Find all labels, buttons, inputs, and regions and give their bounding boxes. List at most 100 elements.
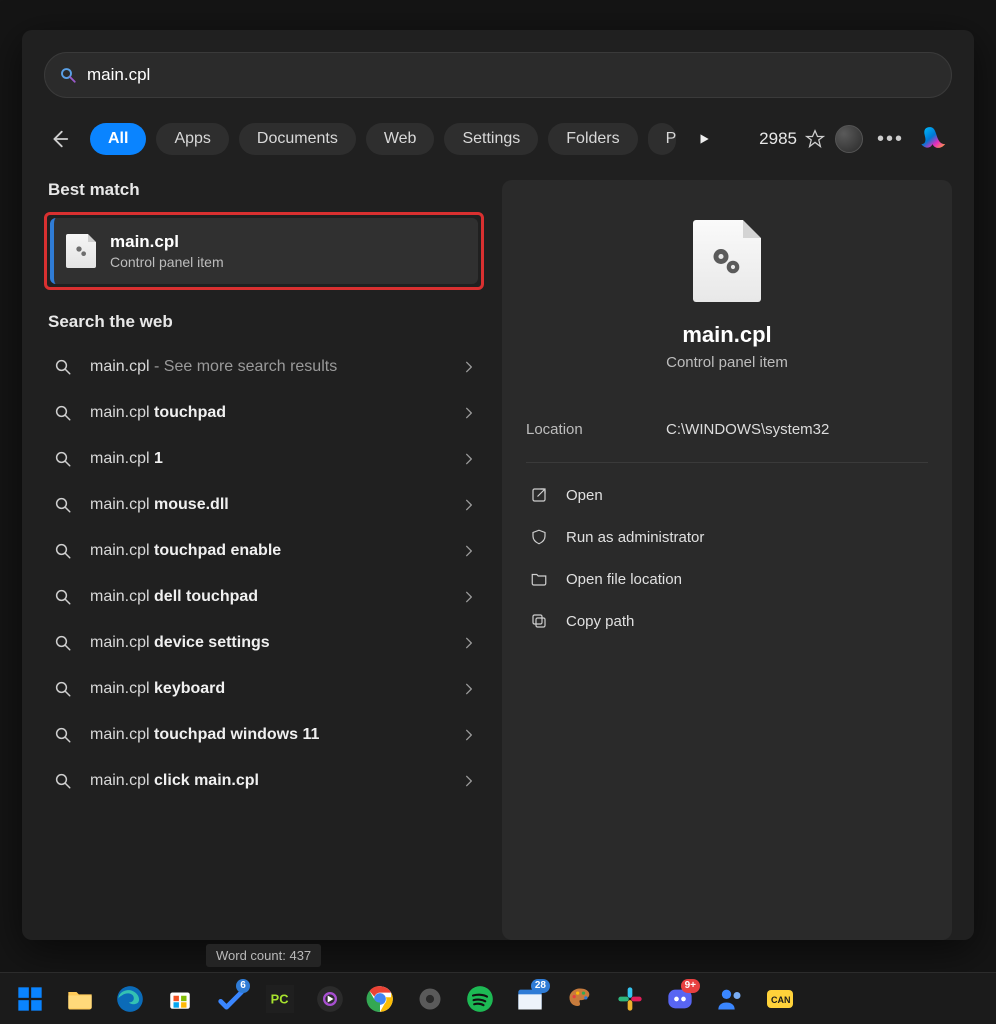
action-open-location[interactable]: Open file location bbox=[526, 559, 928, 599]
copilot-icon[interactable] bbox=[918, 122, 952, 156]
search-icon bbox=[52, 772, 74, 790]
search-icon bbox=[52, 496, 74, 514]
best-match-label: Best match bbox=[48, 180, 484, 200]
web-result-5[interactable]: main.cpl dell touchpad bbox=[44, 574, 484, 620]
start-button[interactable] bbox=[14, 983, 46, 1015]
web-result-text: main.cpl touchpad bbox=[90, 404, 462, 422]
rewards-value: 2985 bbox=[759, 129, 797, 149]
action-open-location-label: Open file location bbox=[566, 571, 682, 588]
taskbar-app-can[interactable]: CAN bbox=[764, 983, 796, 1015]
web-result-4[interactable]: main.cpl touchpad enable bbox=[44, 528, 484, 574]
taskbar-calendar[interactable]: 28 bbox=[514, 983, 546, 1015]
web-result-7[interactable]: main.cpl keyboard bbox=[44, 666, 484, 712]
taskbar-file-explorer[interactable] bbox=[64, 983, 96, 1015]
badge-todo: 6 bbox=[236, 979, 250, 993]
web-result-text: main.cpl dell touchpad bbox=[90, 588, 462, 606]
web-result-text: main.cpl click main.cpl bbox=[90, 772, 462, 790]
search-box[interactable] bbox=[44, 52, 952, 98]
search-icon bbox=[52, 726, 74, 744]
search-icon bbox=[52, 680, 74, 698]
web-result-0[interactable]: main.cpl - See more search results bbox=[44, 344, 484, 390]
search-icon bbox=[52, 542, 74, 560]
rewards-counter[interactable]: 2985 bbox=[759, 129, 825, 149]
action-open-label: Open bbox=[566, 487, 603, 504]
badge-calendar: 28 bbox=[531, 979, 550, 993]
web-result-6[interactable]: main.cpl device settings bbox=[44, 620, 484, 666]
best-match-result[interactable]: main.cpl Control panel item bbox=[50, 218, 478, 284]
folder-icon bbox=[528, 570, 550, 588]
web-result-text: main.cpl 1 bbox=[90, 450, 462, 468]
search-icon bbox=[59, 66, 77, 84]
play-icon[interactable] bbox=[694, 129, 714, 149]
best-match-subtitle: Control panel item bbox=[110, 254, 224, 270]
web-result-3[interactable]: main.cpl mouse.dll bbox=[44, 482, 484, 528]
tab-folders[interactable]: Folders bbox=[548, 123, 637, 155]
chevron-right-icon bbox=[462, 544, 476, 558]
taskbar-media[interactable] bbox=[314, 983, 346, 1015]
location-value: C:\WINDOWS\system32 bbox=[666, 421, 829, 438]
cpl-file-icon bbox=[66, 234, 96, 268]
action-copy-path-label: Copy path bbox=[566, 613, 634, 630]
search-input[interactable] bbox=[87, 65, 937, 85]
tab-web[interactable]: Web bbox=[366, 123, 435, 155]
best-match-highlight-box: main.cpl Control panel item bbox=[44, 212, 484, 290]
taskbar-edge[interactable] bbox=[114, 983, 146, 1015]
tab-all[interactable]: All bbox=[90, 123, 146, 155]
chevron-right-icon bbox=[462, 498, 476, 512]
user-avatar[interactable] bbox=[835, 125, 863, 153]
preview-subtitle: Control panel item bbox=[526, 354, 928, 371]
action-copy-path[interactable]: Copy path bbox=[526, 601, 928, 641]
web-result-2[interactable]: main.cpl 1 bbox=[44, 436, 484, 482]
status-bar-word-count: Word count: 437 bbox=[206, 944, 321, 967]
taskbar-pycharm[interactable]: PC bbox=[264, 983, 296, 1015]
svg-text:PC: PC bbox=[271, 991, 289, 1006]
chevron-right-icon bbox=[462, 590, 476, 604]
search-web-label: Search the web bbox=[48, 312, 484, 332]
web-result-8[interactable]: main.cpl touchpad windows 11 bbox=[44, 712, 484, 758]
cpl-file-icon-large bbox=[693, 220, 761, 302]
taskbar-settings[interactable] bbox=[414, 983, 446, 1015]
tab-settings[interactable]: Settings bbox=[444, 123, 538, 155]
filter-tabs-row: All Apps Documents Web Settings Folders … bbox=[44, 120, 952, 158]
action-run-admin-label: Run as administrator bbox=[566, 529, 704, 546]
taskbar-spotify[interactable] bbox=[464, 983, 496, 1015]
more-menu[interactable]: ••• bbox=[873, 128, 908, 151]
copy-icon bbox=[528, 612, 550, 630]
web-result-text: main.cpl touchpad enable bbox=[90, 542, 462, 560]
action-open[interactable]: Open bbox=[526, 475, 928, 515]
chevron-right-icon bbox=[462, 360, 476, 374]
tab-apps[interactable]: Apps bbox=[156, 123, 228, 155]
badge-discord: 9+ bbox=[681, 979, 700, 993]
action-run-admin[interactable]: Run as administrator bbox=[526, 517, 928, 557]
windows-search-panel: All Apps Documents Web Settings Folders … bbox=[22, 30, 974, 940]
taskbar-people[interactable] bbox=[714, 983, 746, 1015]
chevron-right-icon bbox=[462, 682, 476, 696]
search-icon bbox=[52, 450, 74, 468]
taskbar-store[interactable] bbox=[164, 983, 196, 1015]
web-result-text: main.cpl keyboard bbox=[90, 680, 462, 698]
best-match-title: main.cpl bbox=[110, 232, 224, 252]
preview-location-row: Location C:\WINDOWS\system32 bbox=[526, 421, 928, 463]
shield-icon bbox=[528, 528, 550, 546]
web-result-text: main.cpl touchpad windows 11 bbox=[90, 726, 462, 744]
open-icon bbox=[528, 486, 550, 504]
web-result-text: main.cpl mouse.dll bbox=[90, 496, 462, 514]
chevron-right-icon bbox=[462, 636, 476, 650]
search-icon bbox=[52, 634, 74, 652]
chevron-right-icon bbox=[462, 452, 476, 466]
taskbar-paint[interactable] bbox=[564, 983, 596, 1015]
tab-documents[interactable]: Documents bbox=[239, 123, 356, 155]
taskbar-todo[interactable]: 6 bbox=[214, 983, 246, 1015]
taskbar-chrome[interactable] bbox=[364, 983, 396, 1015]
back-arrow[interactable] bbox=[44, 124, 74, 154]
svg-text:CAN: CAN bbox=[771, 995, 791, 1005]
taskbar-discord[interactable]: 9+ bbox=[664, 983, 696, 1015]
tab-more-partial[interactable]: P bbox=[648, 123, 676, 155]
web-result-text: main.cpl device settings bbox=[90, 634, 462, 652]
search-icon bbox=[52, 404, 74, 422]
web-result-1[interactable]: main.cpl touchpad bbox=[44, 390, 484, 436]
web-result-9[interactable]: main.cpl click main.cpl bbox=[44, 758, 484, 804]
taskbar-slack[interactable] bbox=[614, 983, 646, 1015]
search-icon bbox=[52, 588, 74, 606]
web-result-text: main.cpl - See more search results bbox=[90, 358, 462, 376]
